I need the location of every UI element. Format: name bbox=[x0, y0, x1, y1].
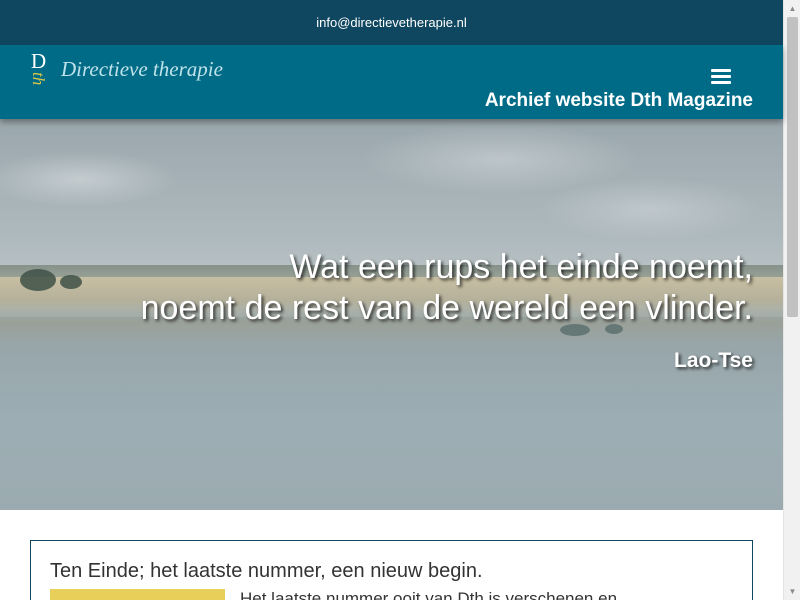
logo-letters-th: th bbox=[29, 72, 48, 86]
scrollbar-thumb[interactable] bbox=[787, 17, 798, 317]
hero-water bbox=[0, 317, 783, 510]
top-contact-bar: info@directievetherapie.nl bbox=[0, 0, 783, 45]
scroll-down-arrow-icon[interactable]: ▼ bbox=[784, 583, 800, 600]
quote-line-1: Wat een rups het einde noemt, bbox=[289, 248, 753, 286]
article-card: Ten Einde; het laatste nummer, een nieuw… bbox=[30, 540, 753, 600]
hero-quote: Wat een rups het einde noemt, noemt de r… bbox=[141, 247, 753, 329]
article-title[interactable]: Ten Einde; het laatste nummer, een nieuw… bbox=[50, 559, 483, 583]
logo-letter-d: D bbox=[31, 49, 47, 73]
logo-mark: D th bbox=[29, 49, 53, 89]
article-thumbnail[interactable] bbox=[50, 589, 225, 600]
vertical-scrollbar[interactable]: ▲ ▼ bbox=[783, 0, 800, 600]
site-logo[interactable]: D th Directieve therapie bbox=[29, 49, 223, 89]
scroll-up-arrow-icon[interactable]: ▲ bbox=[784, 0, 800, 17]
site-name: Directieve therapie bbox=[61, 57, 223, 81]
hamburger-menu-icon[interactable] bbox=[711, 69, 731, 86]
hero-banner: Wat een rups het einde noemt, noemt de r… bbox=[0, 119, 783, 510]
main-navbar: D th Directieve therapie Archief website… bbox=[0, 45, 783, 119]
quote-author: Lao-Tse bbox=[674, 349, 753, 372]
quote-line-2: noemt de rest van de wereld een vlinder. bbox=[140, 289, 753, 327]
email-link[interactable]: info@directievetherapie.nl bbox=[316, 15, 467, 30]
site-subtitle: Archief website Dth Magazine bbox=[484, 90, 753, 111]
article-intro: Het laatste nummer ooit van Dth is versc… bbox=[240, 589, 618, 600]
hero-bush bbox=[60, 275, 82, 289]
hero-bush bbox=[20, 269, 56, 291]
